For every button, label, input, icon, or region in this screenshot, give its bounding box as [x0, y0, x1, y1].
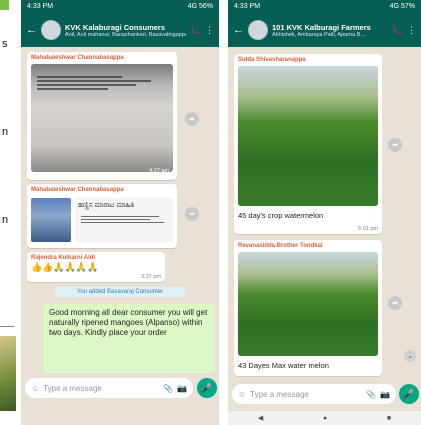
photo-caption: 45 day's crop watermelon: [238, 211, 324, 220]
chat-header: ← KVK Kalaburagi Consumers Anil, Anil ma…: [21, 13, 219, 47]
scroll-down-icon[interactable]: ⌄: [404, 350, 416, 362]
back-arrow-icon[interactable]: ←: [233, 24, 244, 36]
chat-title: 101 KVK Kalburagi Farmers: [272, 22, 371, 32]
group-avatar[interactable]: [248, 20, 268, 40]
document-photo[interactable]: [31, 64, 173, 172]
fragment-letter: n: [2, 214, 9, 226]
chat-header: ← 101 KVK Kalburagi Farmers Abhishek, Am…: [228, 13, 421, 47]
fragment-letter: s: [2, 38, 8, 50]
forward-icon[interactable]: ➦: [185, 207, 199, 221]
green-marker: [0, 0, 9, 10]
sender-name: Mahabaleshwar Channabasappa: [31, 55, 124, 61]
mic-icon[interactable]: 🎤: [399, 384, 419, 404]
nav-back-icon[interactable]: ◀: [258, 414, 263, 422]
chat-title: KVK Kalaburagi Consumers: [65, 22, 166, 32]
message-input[interactable]: ☺ Type a message 📎 📷: [232, 384, 396, 404]
incoming-message[interactable]: Sidda Shivasharanappa 45 day's crop wate…: [234, 54, 382, 234]
attach-icon[interactable]: 📎: [366, 390, 376, 399]
message-time: 4:27 am: [149, 168, 169, 174]
status-bar: 4:33 PM 4G 57%: [228, 0, 421, 13]
status-time: 4:33 PM: [234, 3, 261, 10]
fragment-letter: n: [2, 126, 9, 138]
watermelon-field-photo[interactable]: [238, 66, 378, 206]
incoming-message[interactable]: Revanasidda Brother Tondkal 43 Dayes Max…: [234, 240, 382, 376]
divider: [0, 326, 14, 327]
add-call-icon[interactable]: 📞: [190, 25, 201, 36]
status-indicators: 4G 56%: [187, 3, 213, 10]
incoming-message[interactable]: Mahabaleshwar Channabasappa 4:27 am: [27, 52, 177, 180]
sender-name: Mahabaleshwar Channabasappa: [31, 187, 124, 193]
status-indicators: 4G 57%: [389, 3, 415, 10]
message-time: 5:01 pm: [358, 226, 378, 232]
forward-icon[interactable]: ➦: [185, 112, 199, 126]
input-placeholder: Type a message: [43, 383, 102, 393]
nav-recents-icon[interactable]: ■: [387, 415, 391, 422]
menu-icon[interactable]: ⋮: [205, 25, 214, 36]
newspaper-clipping[interactable]: ಹಣ್ಣಿನ ಮಾರಾಟ ಮಾಹಿತಿ: [75, 198, 173, 242]
watermelon-field-photo[interactable]: [238, 252, 378, 356]
sender-name: Revanasidda Brother Tondkal: [238, 243, 323, 249]
incoming-message[interactable]: Rajendra Kulkarni Aldi 👍👍🙏🙏🙏🙏 3:37 pm: [27, 252, 165, 282]
forward-icon[interactable]: ➦: [388, 296, 402, 310]
camera-icon[interactable]: 📷: [380, 390, 390, 399]
add-call-icon[interactable]: 📞: [392, 25, 403, 36]
input-placeholder: Type a message: [250, 389, 309, 399]
sender-name: Rajendra Kulkarni Aldi: [31, 255, 96, 261]
back-arrow-icon[interactable]: ←: [26, 24, 37, 36]
clipping-headline: ಹಣ್ಣಿನ ಮಾರಾಟ ಮಾಹಿತಿ: [78, 202, 135, 209]
photo-thumbnail[interactable]: [31, 198, 71, 242]
sender-name: Sidda Shivasharanappa: [238, 57, 306, 63]
system-notice: You added Basavaraj Consumer: [55, 287, 185, 297]
incoming-message[interactable]: Mahabaleshwar Channabasappa ಹಣ್ಣಿನ ಮಾರಾಟ…: [27, 184, 177, 248]
emoji-icon[interactable]: ☺: [238, 390, 246, 399]
camera-icon[interactable]: 📷: [177, 384, 187, 393]
nav-home-icon[interactable]: ●: [323, 415, 327, 422]
outgoing-message[interactable]: Good morning all dear consumer you will …: [43, 304, 215, 373]
chat-participants: Abhishek, Ambaraya Patil, Aparna B…: [272, 31, 366, 38]
attach-icon[interactable]: 📎: [163, 384, 173, 393]
status-time: 4:33 PM: [27, 3, 54, 10]
message-time: 3:37 pm: [141, 274, 161, 280]
chat-title-area[interactable]: KVK Kalaburagi Consumers Anil, Anil maha…: [65, 23, 186, 38]
fruit-image-fragment: [0, 336, 16, 411]
status-bar: 4:33 PM 4G 56%: [21, 0, 219, 13]
left-cropped-fragment: s n n: [0, 0, 18, 425]
phone-screen-consumers: 4:33 PM 4G 56% ← KVK Kalaburagi Consumer…: [21, 0, 219, 425]
chat-title-area[interactable]: 101 KVK Kalburagi Farmers Abhishek, Amba…: [272, 23, 388, 38]
emoji-reaction: 👍👍🙏🙏🙏🙏: [31, 262, 99, 272]
phone-screen-farmers: 4:33 PM 4G 57% ← 101 KVK Kalburagi Farme…: [228, 0, 421, 425]
forward-icon[interactable]: ➦: [388, 138, 402, 152]
message-input[interactable]: ☺ Type a message 📎 📷: [25, 378, 193, 398]
menu-icon[interactable]: ⋮: [407, 25, 416, 36]
chat-participants: Anil, Anil mahanur, Banashankari, Basava…: [65, 31, 186, 38]
emoji-icon[interactable]: ☺: [31, 384, 39, 393]
photo-caption: 43 Dayes Max water melon: [238, 361, 329, 370]
mic-icon[interactable]: 🎤: [197, 378, 217, 398]
android-nav-bar: ◀ ● ■: [228, 411, 421, 425]
group-avatar[interactable]: [41, 20, 61, 40]
